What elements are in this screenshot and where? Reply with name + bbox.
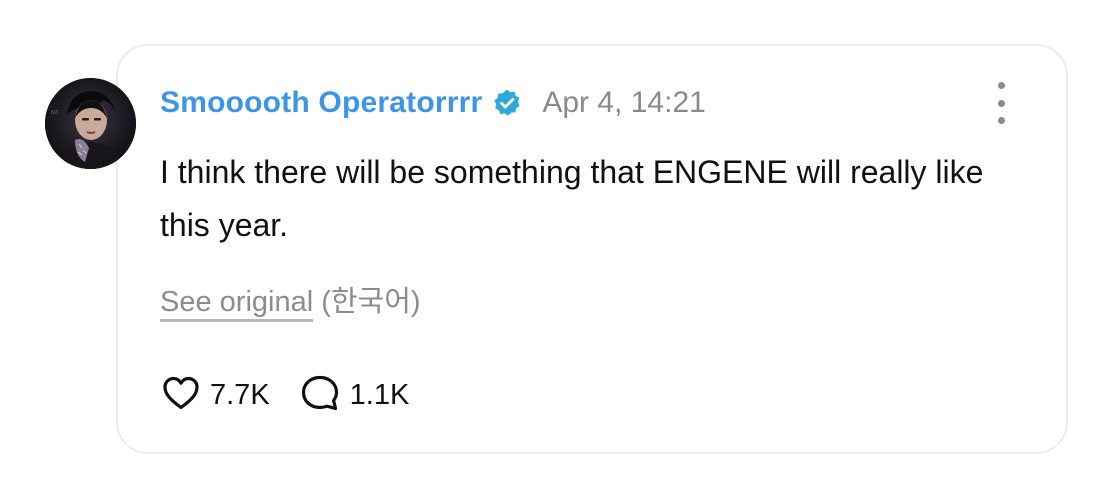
post-header: Smooooth Operatorrrr Apr 4, 14:21 — [160, 80, 706, 126]
like-count: 7.7K — [210, 378, 270, 411]
reply-button[interactable]: 1.1K — [300, 374, 410, 417]
original-language-label: (한국어) — [321, 286, 421, 318]
more-vertical-icon-dot — [997, 117, 1005, 124]
reply-count: 1.1K — [349, 378, 410, 411]
author-name[interactable]: Smooooth Operatorrrr — [160, 86, 482, 120]
more-vertical-icon-dot — [997, 99, 1005, 107]
speech-bubble-icon — [300, 374, 340, 417]
svg-text:NZ: NZ — [51, 110, 59, 116]
post-timestamp[interactable]: Apr 4, 14:21 — [542, 86, 705, 120]
verified-badge-icon — [492, 88, 522, 118]
post-actions: 7.7K 1.1K — [162, 372, 409, 418]
see-original-link[interactable]: See original — [160, 286, 313, 318]
translation-note: See original (한국어) — [160, 278, 421, 320]
more-options-button[interactable] — [985, 82, 1017, 124]
like-button[interactable]: 7.7K — [162, 375, 270, 416]
heart-icon — [162, 375, 200, 416]
more-vertical-icon — [997, 82, 1005, 89]
post-text: I think there will be something that ENG… — [160, 154, 984, 243]
avatar[interactable]: NZ — [45, 78, 136, 169]
